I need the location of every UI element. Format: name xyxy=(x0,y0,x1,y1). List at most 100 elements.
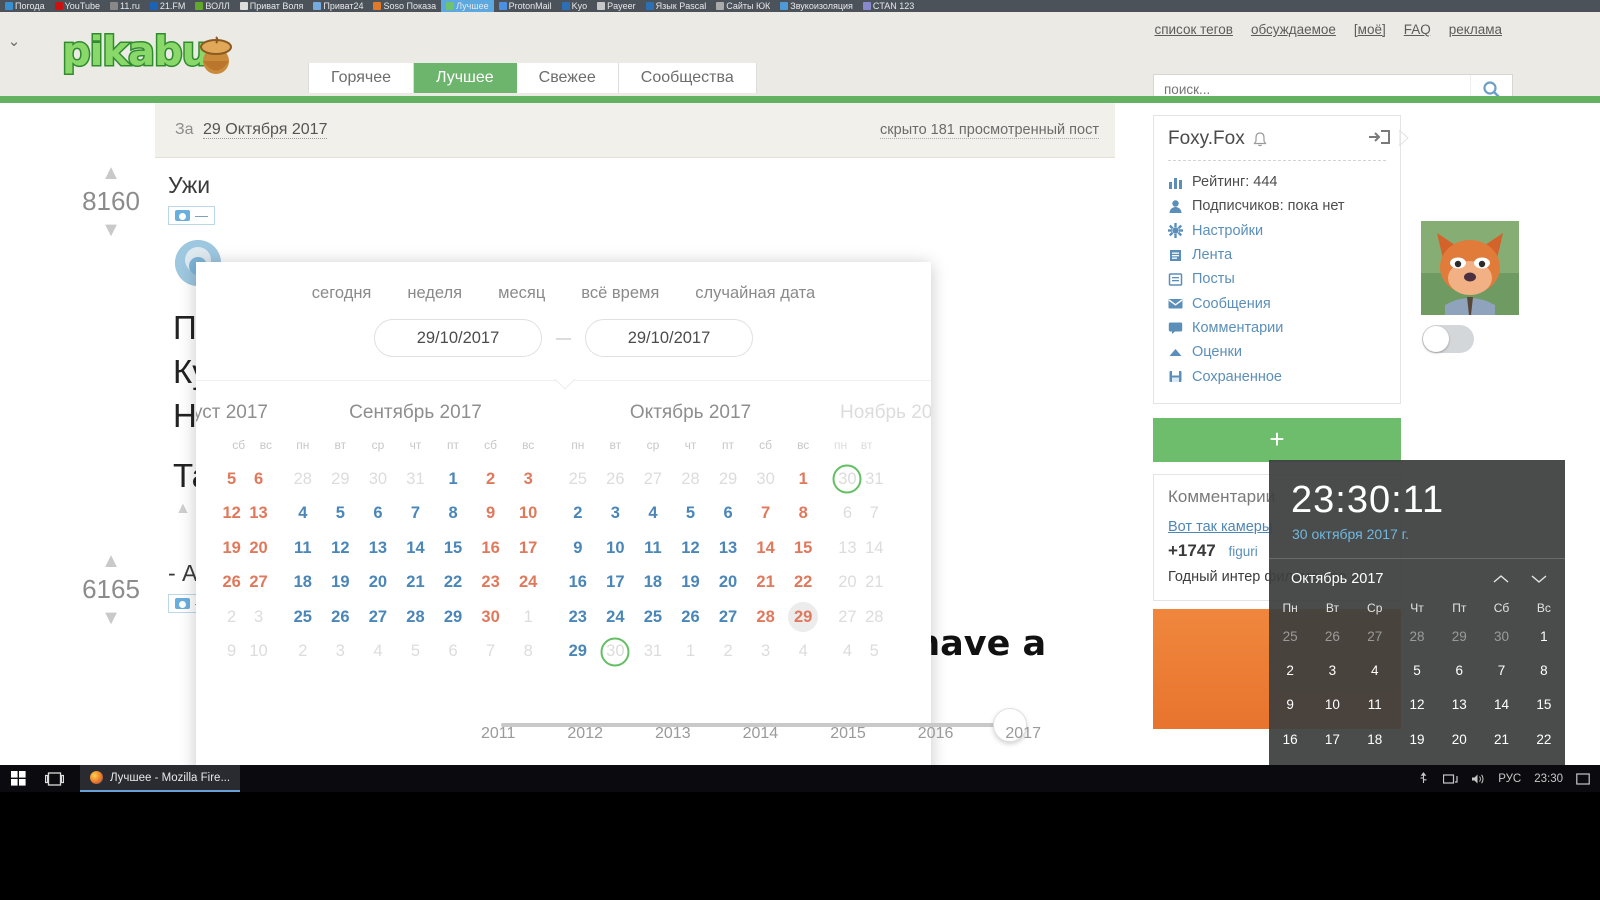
bookmarks-bar[interactable]: Погода YouTube 11.ru 21.FM ВОЛЛ Приват Воля Пр… xyxy=(0,0,1600,12)
calendar-day[interactable]: 24 xyxy=(597,600,635,635)
calendar-day[interactable]: 16 xyxy=(472,531,510,566)
calendar-day[interactable]: 13 xyxy=(709,531,747,566)
start-button[interactable] xyxy=(0,765,36,792)
flyout-calendar-day[interactable]: 19 xyxy=(1396,722,1438,756)
year-label[interactable]: 2016 xyxy=(918,725,954,743)
flyout-calendar-day[interactable]: 29 xyxy=(1438,619,1480,653)
bookmark-item[interactable]: ProtonMail xyxy=(494,0,557,12)
calendar-day[interactable]: 27 xyxy=(359,600,397,635)
calendar-day[interactable]: 19 xyxy=(322,566,360,601)
avatar[interactable] xyxy=(1421,221,1519,315)
downvote-icon[interactable]: ▼ xyxy=(75,608,147,628)
flyout-calendar-day[interactable]: 15 xyxy=(1523,688,1565,722)
post-tag[interactable]: — xyxy=(168,206,215,225)
calendar-day[interactable]: 5 xyxy=(322,497,360,532)
calendar-day[interactable]: 2 xyxy=(472,462,510,497)
flyout-calendar-day[interactable]: 1 xyxy=(1523,619,1565,653)
calendar-day[interactable]: 10 xyxy=(245,635,272,670)
downvote-icon[interactable]: ▼ xyxy=(75,220,147,240)
calendar-august[interactable]: Август 2017 сб вс 5 6 xyxy=(196,396,278,669)
bookmark-item[interactable]: ВОЛЛ xyxy=(190,0,234,12)
calendar-day[interactable]: 1 xyxy=(509,600,547,635)
bookmark-item[interactable]: Лучшее xyxy=(441,0,494,12)
quick-range-row[interactable]: сегодня неделя месяц всё время случайная… xyxy=(196,262,931,303)
calendar-day[interactable]: 9 xyxy=(218,635,245,670)
task-view-button[interactable] xyxy=(36,765,72,792)
date-picker-modal[interactable]: сегодня неделя месяц всё время случайная… xyxy=(196,262,1041,765)
flyout-calendar-day[interactable]: 12 xyxy=(1396,688,1438,722)
top-link-0[interactable]: список тегов xyxy=(1154,22,1233,37)
flyout-calendar-day[interactable]: 5 xyxy=(1396,653,1438,687)
calendar-day[interactable]: 29 xyxy=(322,462,360,497)
flyout-calendar-day[interactable]: 27 xyxy=(1354,619,1396,653)
hidden-posts-notice[interactable]: скрыто 181 просмотренный пост xyxy=(880,122,1099,139)
quick-range-month[interactable]: месяц xyxy=(498,284,545,303)
calendar-day[interactable]: 19 xyxy=(218,531,245,566)
calendar-day[interactable]: 30 xyxy=(747,462,785,497)
flyout-calendar-day[interactable]: 26 xyxy=(1311,619,1353,653)
year-label[interactable]: 2014 xyxy=(743,725,779,743)
flyout-calendar-day[interactable]: 6 xyxy=(1438,653,1480,687)
post-rating[interactable]: ▲ 6165 ▼ xyxy=(75,551,147,628)
calendar-day[interactable]: 26 xyxy=(597,462,635,497)
sidebar-item-subscribers[interactable]: Подписчиков: пока нет xyxy=(1168,194,1386,218)
sidebar-item-feed[interactable]: Лента xyxy=(1168,243,1386,267)
calendar-day[interactable]: 14 xyxy=(747,531,785,566)
calendar-day[interactable]: 2 xyxy=(284,635,322,670)
flyout-calendar-day[interactable]: 7 xyxy=(1480,653,1522,687)
calendar-day[interactable]: 3 xyxy=(597,497,635,532)
calendar-day[interactable]: 12 xyxy=(322,531,360,566)
upvote-icon[interactable]: ▲ xyxy=(75,163,147,183)
calendar-day[interactable]: 7 xyxy=(747,497,785,532)
logout-icon[interactable] xyxy=(1368,128,1390,146)
flyout-calendar-day[interactable]: 10 xyxy=(1311,688,1353,722)
feed-date-picker[interactable]: 29 Октября 2017 xyxy=(203,121,328,139)
calendar-day[interactable]: 9 xyxy=(472,497,510,532)
bookmark-item[interactable]: Приват Воля xyxy=(235,0,309,12)
bookmark-item[interactable]: Звукоизоляция xyxy=(775,0,858,12)
calendar-day[interactable]: 26 xyxy=(672,600,710,635)
calendar-day[interactable]: 16 xyxy=(559,566,597,601)
year-label[interactable]: 2013 xyxy=(655,725,691,743)
bookmark-item[interactable]: Kyo xyxy=(557,0,593,12)
calendar-day[interactable]: 8 xyxy=(434,497,472,532)
bookmark-item[interactable]: Погода xyxy=(0,0,50,12)
calendar-day[interactable]: 2 xyxy=(218,600,245,635)
top-link-3[interactable]: FAQ xyxy=(1404,22,1431,37)
calendar-day[interactable]: 17 xyxy=(509,531,547,566)
network-icon[interactable] xyxy=(1443,773,1458,785)
calendar-day[interactable]: 28 xyxy=(672,462,710,497)
calendar-day[interactable]: 8 xyxy=(784,497,822,532)
bell-icon[interactable] xyxy=(1252,131,1268,148)
year-label[interactable]: 2011 xyxy=(481,725,515,743)
quick-range-week[interactable]: неделя xyxy=(407,284,462,303)
calendar-day[interactable]: 6 xyxy=(245,462,272,497)
calendar-day[interactable]: 28 xyxy=(861,600,888,635)
calendar-october[interactable]: Октябрь 2017 пн вт ср чт пт сб вс 25 26 … xyxy=(553,396,828,669)
calendar-grid[interactable]: пн вт ср чт пт сб вс 25 26 27 28 29 30 1 2 3 4 5 6 7… xyxy=(559,438,822,669)
bookmark-item[interactable]: Payeer xyxy=(592,0,641,12)
calendar-day[interactable]: 10 xyxy=(597,531,635,566)
chevron-down-icon[interactable]: ⌄ xyxy=(4,34,24,50)
calendar-day[interactable]: 12 xyxy=(672,531,710,566)
pikabu-logo[interactable]: pikabu xyxy=(61,26,242,78)
sidebar-item-rating[interactable]: Рейтинг: 444 xyxy=(1168,170,1386,194)
add-post-button[interactable]: + xyxy=(1153,417,1401,462)
flyout-calendar-day[interactable]: 11 xyxy=(1354,688,1396,722)
calendar-day[interactable]: 9 xyxy=(559,531,597,566)
calendar-day[interactable]: 30 xyxy=(472,600,510,635)
flyout-calendar-day[interactable]: 29 xyxy=(1523,756,1565,765)
calendar-day[interactable]: 1 xyxy=(672,635,710,670)
calendar-day[interactable]: 15 xyxy=(434,531,472,566)
calendar-day[interactable]: 2 xyxy=(709,635,747,670)
year-label[interactable]: 2012 xyxy=(567,725,603,743)
main-tabs[interactable]: Горячее Лучшее Свежее Сообщества xyxy=(308,63,757,93)
calendar-day[interactable]: 31 xyxy=(397,462,435,497)
calendar-day[interactable]: 5 xyxy=(861,635,888,670)
calendar-day[interactable]: 20 xyxy=(709,566,747,601)
calendar-day[interactable]: 18 xyxy=(634,566,672,601)
top-link-1[interactable]: обсуждаемое xyxy=(1251,22,1336,37)
calendar-day[interactable]: 27 xyxy=(245,566,272,601)
calendar-day[interactable]: 26 xyxy=(322,600,360,635)
sidebar-item-comments[interactable]: Комментарии xyxy=(1168,316,1386,340)
